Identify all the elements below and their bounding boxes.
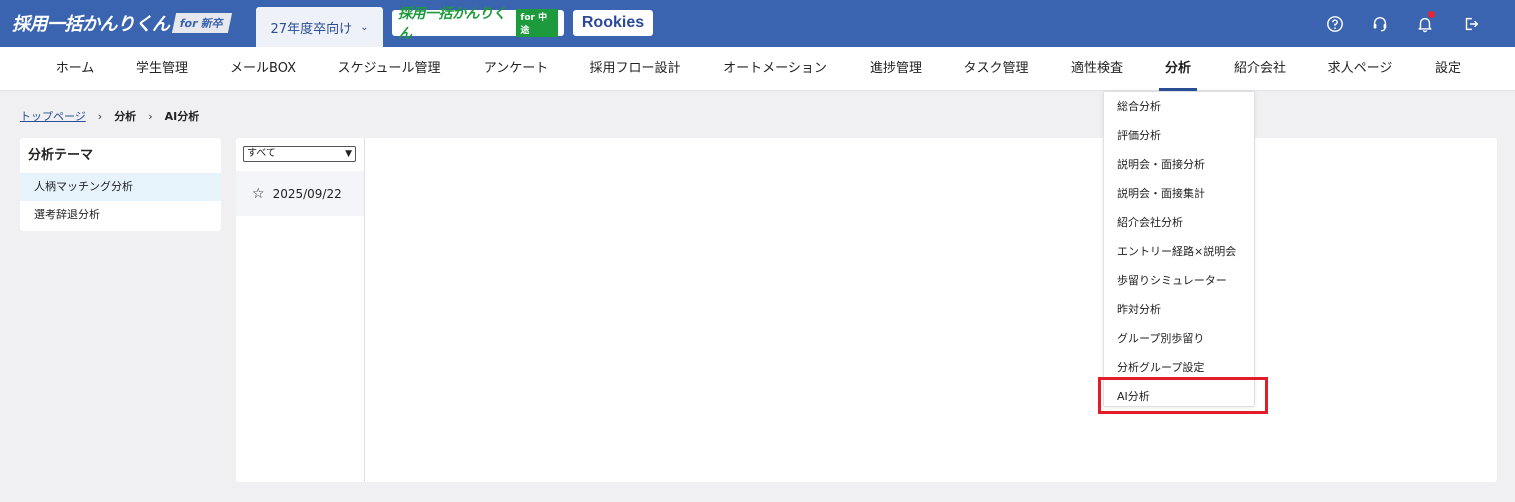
nav-automation[interactable]: オートメーション — [723, 47, 827, 91]
filter-select-value: すべて — [247, 148, 276, 159]
logo-main-text: 採用一括かんりくん — [12, 14, 170, 35]
help-icon[interactable] — [1325, 14, 1345, 34]
nav-progress[interactable]: 進捗管理 — [870, 47, 922, 91]
sidebar-title: 分析テーマ — [28, 148, 94, 163]
list-item[interactable]: ☆ 2025/09/22 — [236, 171, 364, 216]
sidebar-item-personality-matching[interactable]: 人柄マッチング分析 — [20, 173, 221, 201]
breadcrumb-home[interactable]: トップページ — [20, 108, 86, 124]
notification-badge — [1428, 11, 1435, 18]
nav-aptitude[interactable]: 適性検査 — [1071, 47, 1123, 91]
chevron-down-icon: ▼ — [345, 149, 352, 159]
sidebar-item-decline-analysis[interactable]: 選考辞退分析 — [20, 201, 221, 229]
menu-item-agency-analysis[interactable]: 紹介会社分析 — [1104, 208, 1254, 237]
top-header: 採用一括かんりくん for 新卒 27年度卒向け ⌄ 採用一括かんりくん for… — [0, 0, 1515, 47]
menu-item-yoy-analysis[interactable]: 昨対分析 — [1104, 295, 1254, 324]
logo-saiyo-kanrikun-shinsotsu[interactable]: 採用一括かんりくん for 新卒 — [12, 8, 232, 38]
support-headset-icon[interactable] — [1370, 14, 1390, 34]
breadcrumb-analysis: 分析 — [114, 110, 137, 123]
star-icon[interactable]: ☆ — [252, 186, 265, 202]
nav-students[interactable]: 学生管理 — [136, 47, 188, 91]
analysis-dropdown-menu: 総合分析 評価分析 説明会・面接分析 説明会・面接集計 紹介会社分析 エントリー… — [1103, 91, 1255, 407]
nav-job-page[interactable]: 求人ページ — [1328, 47, 1393, 91]
logo-rookies[interactable]: Rookies — [573, 10, 653, 36]
breadcrumb: トップページ › 分析 › AI分析 — [20, 108, 199, 124]
year-selector[interactable]: 27年度卒向け ⌄ — [256, 7, 383, 47]
chevron-right-icon: › — [148, 109, 153, 123]
menu-item-entry-route-session[interactable]: エントリー経路×説明会 — [1104, 237, 1254, 266]
chevron-right-icon: › — [97, 109, 103, 123]
list-item-date: 2025/09/22 — [272, 186, 342, 201]
analysis-theme-sidebar: 分析テーマ 人柄マッチング分析 選考辞退分析 — [20, 138, 221, 231]
highlight-box — [1098, 377, 1268, 414]
nav-mailbox[interactable]: メールBOX — [230, 47, 296, 91]
nav-analysis[interactable]: 分析 — [1158, 47, 1198, 91]
bell-icon[interactable] — [1415, 11, 1435, 34]
main-nav: ホーム 学生管理 メールBOX スケジュール管理 アンケート 採用フロー設計 オ… — [0, 47, 1515, 91]
breadcrumb-current: AI分析 — [164, 110, 200, 123]
result-list: すべて ▼ ☆ 2025/09/22 — [236, 138, 365, 482]
logo-mid-badge: for 中途 — [516, 9, 558, 37]
nav-schedule[interactable]: スケジュール管理 — [337, 47, 440, 91]
logo-saiyo-kanrikun-chuto[interactable]: 採用一括かんりくん for 中途 — [392, 6, 564, 42]
nav-tasks[interactable]: タスク管理 — [963, 47, 1028, 91]
filter-select[interactable]: すべて ▼ — [243, 146, 356, 162]
nav-home[interactable]: ホーム — [56, 47, 95, 91]
menu-item-session-interview-analysis[interactable]: 説明会・面接分析 — [1104, 150, 1254, 179]
nav-survey[interactable]: アンケート — [484, 47, 548, 91]
chevron-down-icon: ⌄ — [360, 21, 369, 33]
nav-flow-design[interactable]: 採用フロー設計 — [589, 47, 680, 91]
menu-item-session-interview-summary[interactable]: 説明会・面接集計 — [1104, 179, 1254, 208]
nav-settings[interactable]: 設定 — [1435, 47, 1461, 91]
menu-item-yield-simulator[interactable]: 歩留りシミュレーター — [1104, 266, 1254, 295]
main-panel: すべて ▼ ☆ 2025/09/22 — [236, 138, 1497, 482]
nav-agencies[interactable]: 紹介会社 — [1234, 47, 1286, 91]
logout-icon[interactable] — [1461, 14, 1481, 34]
logo-mid-text: 採用一括かんりくん — [398, 6, 507, 42]
logo-main-badge: for 新卒 — [171, 13, 232, 33]
menu-item-evaluation[interactable]: 評価分析 — [1104, 121, 1254, 150]
menu-item-group-yield[interactable]: グループ別歩留り — [1104, 324, 1254, 353]
menu-item-overall[interactable]: 総合分析 — [1104, 92, 1254, 121]
year-selector-label: 27年度卒向け — [270, 21, 353, 37]
